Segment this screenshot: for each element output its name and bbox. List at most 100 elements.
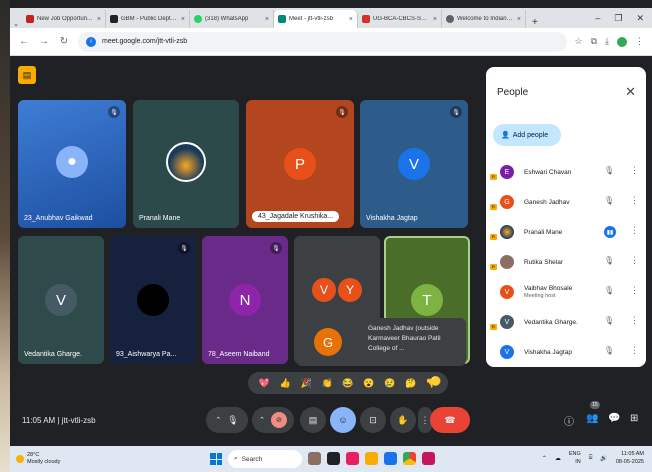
tab-favicon-icon — [362, 15, 370, 23]
more-options-icon[interactable]: ⋮ — [630, 165, 639, 176]
reaction-clap-icon[interactable]: 👏 — [321, 378, 332, 389]
participant-avatar: V — [45, 284, 77, 316]
chrome-icon[interactable] — [403, 452, 416, 465]
app-icon[interactable] — [308, 452, 321, 465]
participant-name: Rutika Shelar — [524, 258, 564, 266]
present-button[interactable]: ⊡ — [360, 407, 386, 433]
leave-call-button[interactable]: ☎ — [430, 407, 470, 433]
more-options-icon[interactable]: ⋮ — [630, 225, 639, 236]
back-icon[interactable]: ← — [18, 36, 30, 47]
participant-tile[interactable]: P 🎙 43_Jagadale Krushika... — [246, 100, 354, 228]
tab-close-icon[interactable]: × — [349, 16, 353, 23]
participant-tile[interactable]: V Vedantika Gharge. — [18, 236, 104, 364]
reaction-thumbsup-icon[interactable]: 👍 — [280, 378, 291, 389]
bookmark-star-icon[interactable]: ☆ — [575, 36, 583, 47]
windows-start-icon[interactable] — [210, 453, 222, 465]
participant-avatar: E — [500, 165, 514, 179]
browser-tab[interactable]: New Job Opportun... × — [22, 10, 106, 28]
emoji-button[interactable]: ☺ — [330, 407, 356, 433]
system-clock[interactable]: 11:05 AM 08-05-2025 — [616, 450, 644, 466]
chat-icon[interactable]: 💬 — [608, 413, 620, 424]
tab-label: (318) WhatsApp — [205, 16, 249, 22]
activities-icon[interactable]: ⊞ — [630, 413, 638, 424]
participant-photo — [500, 255, 514, 269]
reaction-thinking-icon[interactable]: 🤔 — [405, 378, 416, 389]
list-item[interactable]: V R Vedantika Gharge. 🎙 ⋮ — [486, 307, 646, 337]
tab-close-icon[interactable]: × — [181, 16, 185, 23]
list-item[interactable]: E R Eshwari Chavan 🎙 ⋮ — [486, 157, 646, 187]
browser-tab[interactable]: (318) WhatsApp × — [190, 10, 274, 28]
file-explorer-icon[interactable] — [365, 452, 378, 465]
site-info-icon[interactable]: i — [86, 36, 96, 47]
extensions-icon[interactable]: ⧉ — [591, 36, 597, 47]
list-item[interactable]: R Pranali Mane ▮▮ ⋮ — [486, 217, 646, 247]
reaction-skin-tone-icon[interactable]: 🟡 — [430, 376, 441, 387]
chevron-up-icon[interactable]: ⌃ — [259, 416, 265, 424]
app-icon[interactable] — [422, 452, 435, 465]
chevron-up-icon[interactable]: ⌃ — [215, 416, 221, 424]
participant-tile[interactable]: V 🎙 Vishakha Jagtap — [360, 100, 468, 228]
meeting-details-icon[interactable]: ⓘ — [564, 413, 574, 428]
meet-stage: ▤ ● 🎙 23_Anubhav Gaikwad Pranali Mane P … — [10, 56, 652, 446]
reaction-heart-icon[interactable]: 💖 — [259, 378, 270, 389]
tab-close-icon[interactable]: × — [265, 16, 269, 23]
download-icon[interactable]: ⤓ — [605, 36, 609, 47]
browser-tab[interactable]: UG-BCA-CBCS-SYL... × — [358, 10, 442, 28]
reaction-laugh-icon[interactable]: 😂 — [342, 378, 353, 389]
volume-icon[interactable]: 🔊 — [600, 455, 607, 462]
close-window-icon[interactable]: ✕ — [636, 13, 644, 24]
camera-off-icon[interactable]: ⊘ — [270, 412, 287, 428]
forward-icon[interactable]: → — [38, 36, 50, 47]
more-options-icon[interactable]: ⋮ — [630, 345, 639, 356]
profile-avatar-icon[interactable] — [617, 36, 627, 47]
tab-close-icon[interactable]: × — [517, 16, 521, 23]
captions-button[interactable]: ▤ — [300, 407, 326, 433]
raise-hand-button[interactable]: ✋ — [390, 407, 416, 433]
camera-control[interactable]: ⌃ ⊘ — [252, 407, 294, 433]
url-input[interactable]: i meet.google.com/jtt-vtli-zsb — [78, 31, 567, 52]
reaction-surprised-icon[interactable]: 😮 — [363, 378, 374, 389]
language-indicator[interactable]: ENG IN — [569, 450, 581, 466]
tab-search-icon[interactable]: ⌄ — [10, 20, 22, 28]
browser-menu-icon[interactable]: ⋮ — [635, 36, 644, 47]
more-options-icon[interactable]: ⋮ — [630, 195, 639, 206]
people-icon[interactable]: 👥 — [586, 413, 598, 424]
list-item[interactable]: G R Ganesh Jadhav 🎙 ⋮ — [486, 187, 646, 217]
store-icon[interactable] — [384, 452, 397, 465]
reaction-sad-icon[interactable]: 😢 — [384, 378, 395, 389]
join-request-notification[interactable]: G Ganesh Jadhav (outside Karmaveer Bhaur… — [296, 318, 466, 366]
reload-icon[interactable]: ↻ — [58, 36, 70, 47]
mic-icon[interactable]: 🎙 — [227, 415, 238, 426]
close-icon[interactable]: ✕ — [625, 84, 636, 100]
mic-control[interactable]: ⌃ 🎙 — [206, 407, 248, 433]
browser-tab[interactable]: GBM - Public Dept-1... × — [106, 10, 190, 28]
browser-tab-active[interactable]: Meet - jtt-vtli-zsb × — [274, 10, 358, 28]
network-icon[interactable]: ⌸ — [589, 455, 593, 462]
tab-favicon-icon — [194, 15, 202, 23]
browser-tab[interactable]: Welcome to Indian R... × — [442, 10, 526, 28]
list-item[interactable]: V Vishakha Jagtap 🎙 ⋮ — [486, 337, 646, 367]
list-item[interactable]: V Vaibhav Bhosale Meeting host 🎙 ⋮ — [486, 277, 646, 307]
add-people-button[interactable]: 👤 Add people — [493, 124, 561, 146]
taskbar-search-input[interactable]: ⌕ Search — [228, 450, 302, 468]
task-view-icon[interactable] — [327, 452, 340, 465]
participant-tile[interactable]: 🎙 93_Aishwarya Pa... — [110, 236, 196, 364]
more-options-icon[interactable]: ⋮ — [630, 315, 639, 326]
cloud-icon[interactable]: ☁ — [555, 455, 561, 462]
list-item[interactable]: R Rutika Shelar 🎙 ⋮ — [486, 247, 646, 277]
participant-tile[interactable]: N 🎙 78_Aseem Naiband — [202, 236, 288, 364]
minimize-icon[interactable]: – — [595, 13, 600, 24]
restore-icon[interactable]: ❐ — [614, 13, 622, 24]
tab-close-icon[interactable]: × — [97, 16, 101, 23]
weather-widget[interactable]: 28°C Mostly cloudy — [16, 452, 60, 466]
more-options-icon[interactable]: ⋮ — [630, 255, 639, 266]
new-tab-button[interactable]: + — [526, 17, 544, 28]
participant-tile[interactable]: Pranali Mane — [133, 100, 239, 228]
tab-close-icon[interactable]: × — [433, 16, 437, 23]
more-options-icon[interactable]: ⋮ — [630, 285, 639, 296]
app-icon[interactable] — [346, 452, 359, 465]
participant-tile[interactable]: ● 🎙 23_Anubhav Gaikwad — [18, 100, 126, 228]
reaction-party-icon[interactable]: 🎉 — [301, 378, 312, 389]
chevron-up-icon[interactable]: ⌃ — [542, 455, 547, 462]
participant-avatar: V — [500, 285, 514, 299]
